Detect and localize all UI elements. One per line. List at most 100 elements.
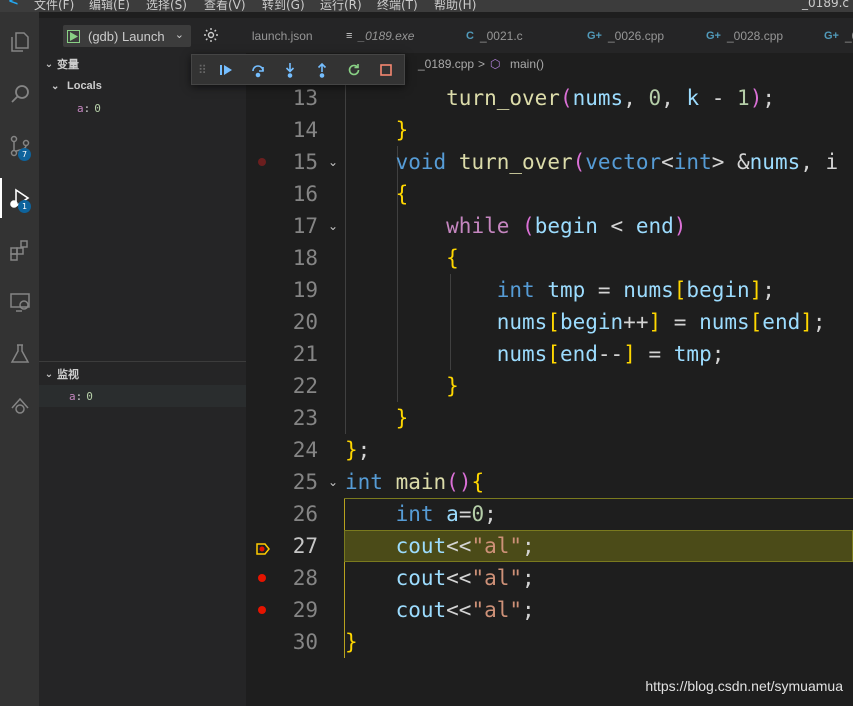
testing-icon[interactable] (0, 334, 39, 374)
glyph-margin[interactable] (256, 380, 268, 392)
explorer-icon[interactable] (0, 22, 39, 62)
watch-name: a (69, 389, 76, 403)
editor-area: ⚙ launch.json ≡ _0189.exe C _0021.c G+ _… (246, 18, 853, 706)
glyph-margin[interactable] (256, 252, 268, 264)
exe-icon: ≡ (346, 29, 353, 42)
menu-file[interactable]: 文件(F) (34, 0, 74, 12)
tab-0026-cpp[interactable]: G+ _0026.cpp (587, 18, 664, 53)
breakpoint-icon[interactable] (256, 572, 268, 584)
code-line[interactable]: 23 } (246, 402, 853, 434)
remote-explorer-icon[interactable] (0, 282, 39, 322)
variable-row[interactable]: a: 0 (39, 97, 246, 119)
drag-handle-icon[interactable]: ⠿ (198, 64, 210, 76)
code-text: nums[end--] = tmp; (496, 342, 725, 366)
code-line[interactable]: 15 ⌄ void turn_over(vector<int> &nums, i (246, 146, 853, 178)
scm-badge: 7 (18, 148, 31, 161)
activity-bar: 7 1 (0, 12, 39, 706)
source-control-icon[interactable]: 7 (0, 126, 39, 166)
section-divider (39, 361, 246, 362)
stop-button[interactable] (370, 59, 402, 81)
code-line[interactable]: 17 ⌄ while (begin < end) (246, 210, 853, 242)
code-line[interactable]: 28 cout<<"al"; (246, 562, 853, 594)
variables-title: 变量 (57, 58, 79, 71)
tab-0-cpp[interactable]: G+ _0 (824, 18, 853, 53)
menu-edit[interactable]: 编辑(E) (89, 0, 130, 12)
step-into-button[interactable] (274, 59, 306, 81)
glyph-margin[interactable] (256, 92, 268, 104)
code-text: cout<<"al"; (395, 566, 535, 590)
glyph-margin[interactable] (256, 444, 268, 456)
line-number: 20 (292, 310, 318, 334)
glyph-margin[interactable] (256, 188, 268, 200)
code-line[interactable]: 14 } (246, 114, 853, 146)
code-text: } (395, 118, 409, 142)
glyph-margin[interactable] (256, 412, 268, 424)
step-out-button[interactable] (306, 59, 338, 81)
line-number: 22 (292, 374, 318, 398)
restart-button[interactable] (338, 59, 370, 81)
breadcrumb-file[interactable]: _0189.cpp (418, 57, 474, 71)
continue-button[interactable] (210, 59, 242, 81)
code-line[interactable]: 29 cout<<"al"; (246, 594, 853, 626)
debug-launch-row: (gdb) Launch ⌄ (39, 18, 246, 53)
code-line[interactable]: 30} (246, 626, 853, 658)
breakpoint-icon[interactable] (256, 156, 268, 168)
code-text: { (446, 246, 459, 270)
code-line[interactable]: 25 ⌄ int main(){ (246, 466, 853, 498)
watch-title: 监视 (57, 368, 79, 381)
gear-icon[interactable] (203, 27, 219, 43)
chevron-down-icon: ⌄ (44, 368, 54, 380)
code-line[interactable]: 19 int tmp = nums[begin]; (246, 274, 853, 306)
code-line[interactable]: 21 nums[end--] = tmp; (246, 338, 853, 370)
tab-0028-cpp[interactable]: G+ _0028.cpp (706, 18, 783, 53)
glyph-margin[interactable] (256, 284, 268, 296)
start-debug-icon[interactable] (67, 29, 80, 43)
code-text: { (395, 182, 409, 206)
menu-view[interactable]: 查看(V) (204, 0, 246, 12)
glyph-margin[interactable] (256, 124, 268, 136)
search-icon[interactable] (0, 74, 39, 114)
watch-row[interactable]: a: 0 (39, 385, 246, 407)
code-line[interactable]: 16 { (246, 178, 853, 210)
current-frame-arrow-icon[interactable] (256, 540, 270, 555)
git-graph-icon[interactable] (0, 386, 39, 426)
menu-selection[interactable]: 选择(S) (146, 0, 187, 12)
extensions-icon[interactable] (0, 230, 39, 270)
line-number: 27 (292, 534, 318, 558)
code-line[interactable]: 26 int a=0; (246, 498, 853, 530)
fold-chevron-icon[interactable]: ⌄ (328, 466, 338, 498)
code-line[interactable]: 18 { (246, 242, 853, 274)
code-line[interactable]: 27 cout<<"al"; (246, 530, 853, 562)
code-line[interactable]: 20 nums[begin++] = nums[end]; (246, 306, 853, 338)
tab-0021-c[interactable]: C _0021.c (466, 18, 523, 53)
line-number: 26 (292, 502, 318, 526)
code-line[interactable]: 24}; (246, 434, 853, 466)
step-over-button[interactable] (242, 59, 274, 81)
breakpoint-icon[interactable] (256, 604, 268, 616)
code-editor[interactable]: 13 turn_over(nums, 0, k - 1); 14 } 15 ⌄ voi… (246, 82, 853, 706)
glyph-margin[interactable] (256, 316, 268, 328)
breadcrumb-symbol[interactable]: main() (510, 57, 544, 71)
tab-launch-json[interactable]: ⚙ launch.json (246, 18, 313, 53)
watch-section-header[interactable]: ⌄ 监视 (39, 363, 246, 385)
menu-terminal[interactable]: 终端(T) (377, 0, 418, 12)
glyph-margin[interactable] (256, 348, 268, 360)
menu-run[interactable]: 运行(R) (320, 0, 362, 12)
launch-config-select[interactable]: (gdb) Launch ⌄ (63, 25, 191, 47)
watermark: https://blog.csdn.net/symuamua (645, 678, 843, 694)
debug-sidebar: (gdb) Launch ⌄ ⌄ 变量 ⌄ Locals a: 0 ⌄ 监视 a… (39, 18, 246, 706)
line-number: 17 (292, 214, 318, 238)
glyph-margin[interactable] (256, 636, 268, 648)
glyph-margin[interactable] (256, 220, 268, 232)
glyph-margin[interactable] (256, 508, 268, 520)
run-debug-icon[interactable]: 1 (0, 178, 39, 218)
fold-chevron-icon[interactable]: ⌄ (328, 210, 338, 242)
code-line[interactable]: 13 turn_over(nums, 0, k - 1); (246, 82, 853, 114)
fold-chevron-icon[interactable]: ⌄ (328, 146, 338, 178)
menu-help[interactable]: 帮助(H) (434, 0, 476, 12)
glyph-margin[interactable] (256, 476, 268, 488)
menu-goto[interactable]: 转到(G) (262, 0, 305, 12)
code-line[interactable]: 22 } (246, 370, 853, 402)
breakpoint-dot-icon (258, 606, 266, 614)
tab-0189-exe[interactable]: ≡ _0189.exe (346, 18, 414, 53)
